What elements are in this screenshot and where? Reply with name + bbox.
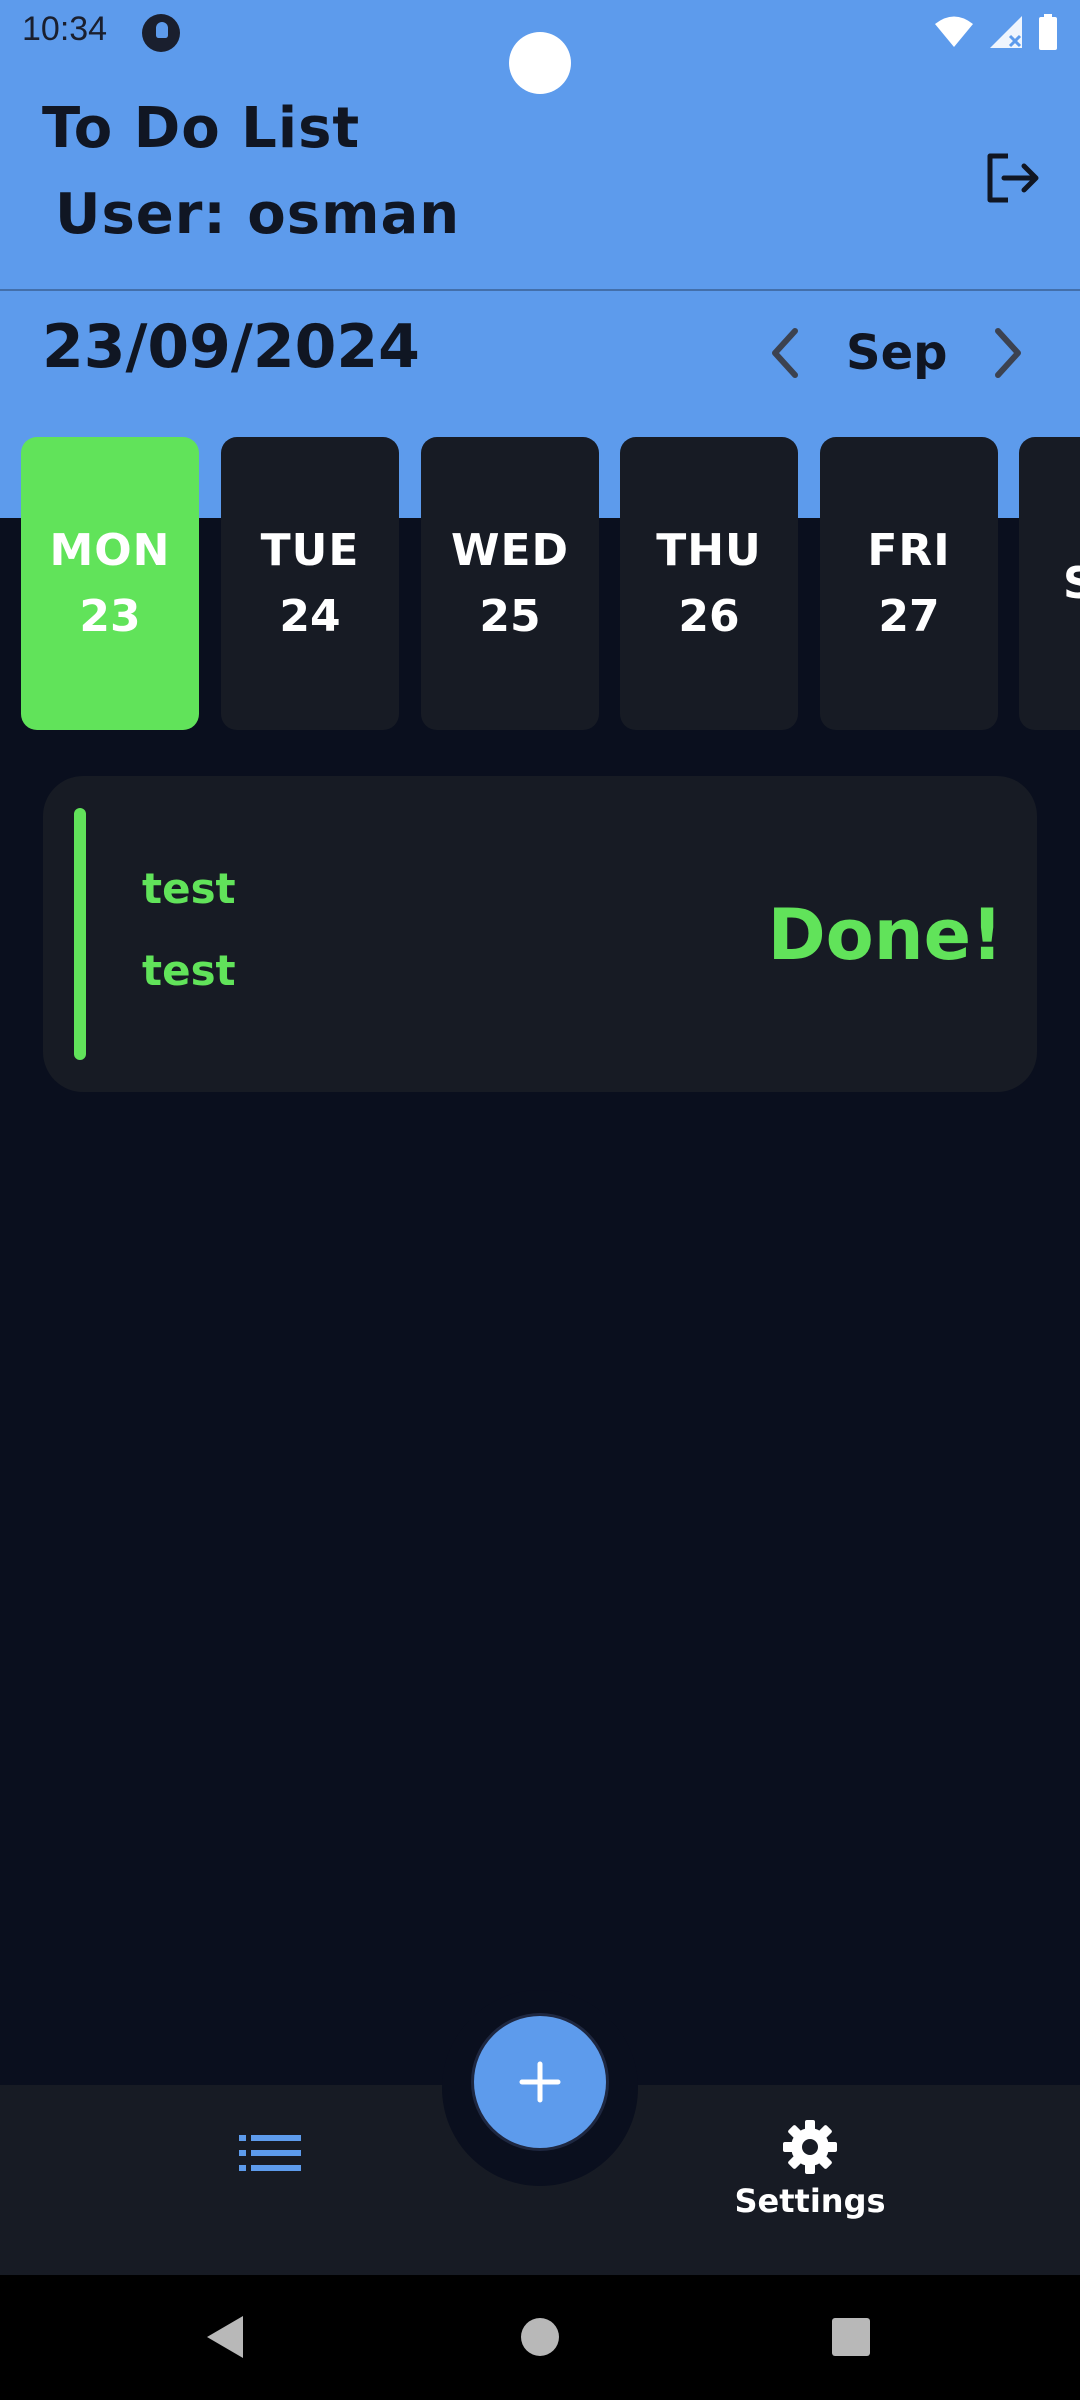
logout-button[interactable] <box>982 148 1042 208</box>
logout-icon <box>987 153 1039 203</box>
system-back-button[interactable] <box>200 2312 250 2362</box>
app-notification-icon <box>142 14 180 52</box>
wifi-icon <box>935 16 973 47</box>
add-task-button[interactable] <box>474 2016 606 2148</box>
day-name: WED <box>450 524 570 576</box>
month-label: Sep <box>846 325 948 381</box>
day-number: 26 <box>678 590 740 642</box>
month-navigator: Sep <box>760 318 1033 388</box>
task-status-bar <box>74 808 86 1060</box>
settings-label: Settings <box>734 2182 886 2220</box>
back-icon <box>207 2316 243 2358</box>
day-name: FRI <box>867 524 951 576</box>
task-description: test <box>142 946 236 995</box>
day-name: THU <box>656 524 762 576</box>
system-home-button[interactable] <box>515 2312 565 2362</box>
chevron-right-icon <box>995 328 1022 378</box>
day-number: 25 <box>479 590 541 642</box>
day-card-tue[interactable]: TUE 24 <box>221 437 399 730</box>
chevron-left-icon <box>772 328 798 378</box>
current-date: 23/09/2024 <box>42 312 420 382</box>
battery-icon <box>1039 14 1057 50</box>
day-name: MON <box>49 524 171 576</box>
home-icon <box>521 2318 559 2356</box>
nav-tasks-button[interactable] <box>230 2123 310 2183</box>
status-icons <box>934 12 1058 52</box>
day-card-mon[interactable]: MON 23 <box>21 437 199 730</box>
day-name: S <box>1063 557 1080 609</box>
task-card[interactable]: test test Done! <box>43 776 1037 1092</box>
day-card-thu[interactable]: THU 26 <box>620 437 798 730</box>
next-month-button[interactable] <box>983 318 1033 388</box>
task-title: test <box>142 864 236 913</box>
prev-month-button[interactable] <box>760 318 810 388</box>
day-name: TUE <box>260 524 360 576</box>
task-status: Done! <box>767 894 1003 976</box>
day-number: 27 <box>878 590 940 642</box>
day-number: 23 <box>79 590 141 642</box>
day-card-wed[interactable]: WED 25 <box>421 437 599 730</box>
recents-icon <box>832 2318 870 2356</box>
page-title: To Do List <box>42 96 361 161</box>
user-label: User: osman <box>55 182 461 247</box>
gear-icon <box>783 2120 837 2174</box>
camera-cutout <box>509 32 571 94</box>
header-divider <box>0 289 1080 291</box>
system-recents-button[interactable] <box>826 2312 876 2362</box>
list-icon <box>239 2135 301 2171</box>
status-time: 10:34 <box>22 10 108 48</box>
plus-icon <box>519 2061 561 2103</box>
day-card-fri[interactable]: FRI 27 <box>820 437 998 730</box>
day-number: 24 <box>279 590 341 642</box>
day-card-sat-partial[interactable]: S <box>1019 437 1080 730</box>
cell-signal-icon <box>990 16 1022 48</box>
nav-settings-button[interactable]: Settings <box>720 2118 900 2238</box>
